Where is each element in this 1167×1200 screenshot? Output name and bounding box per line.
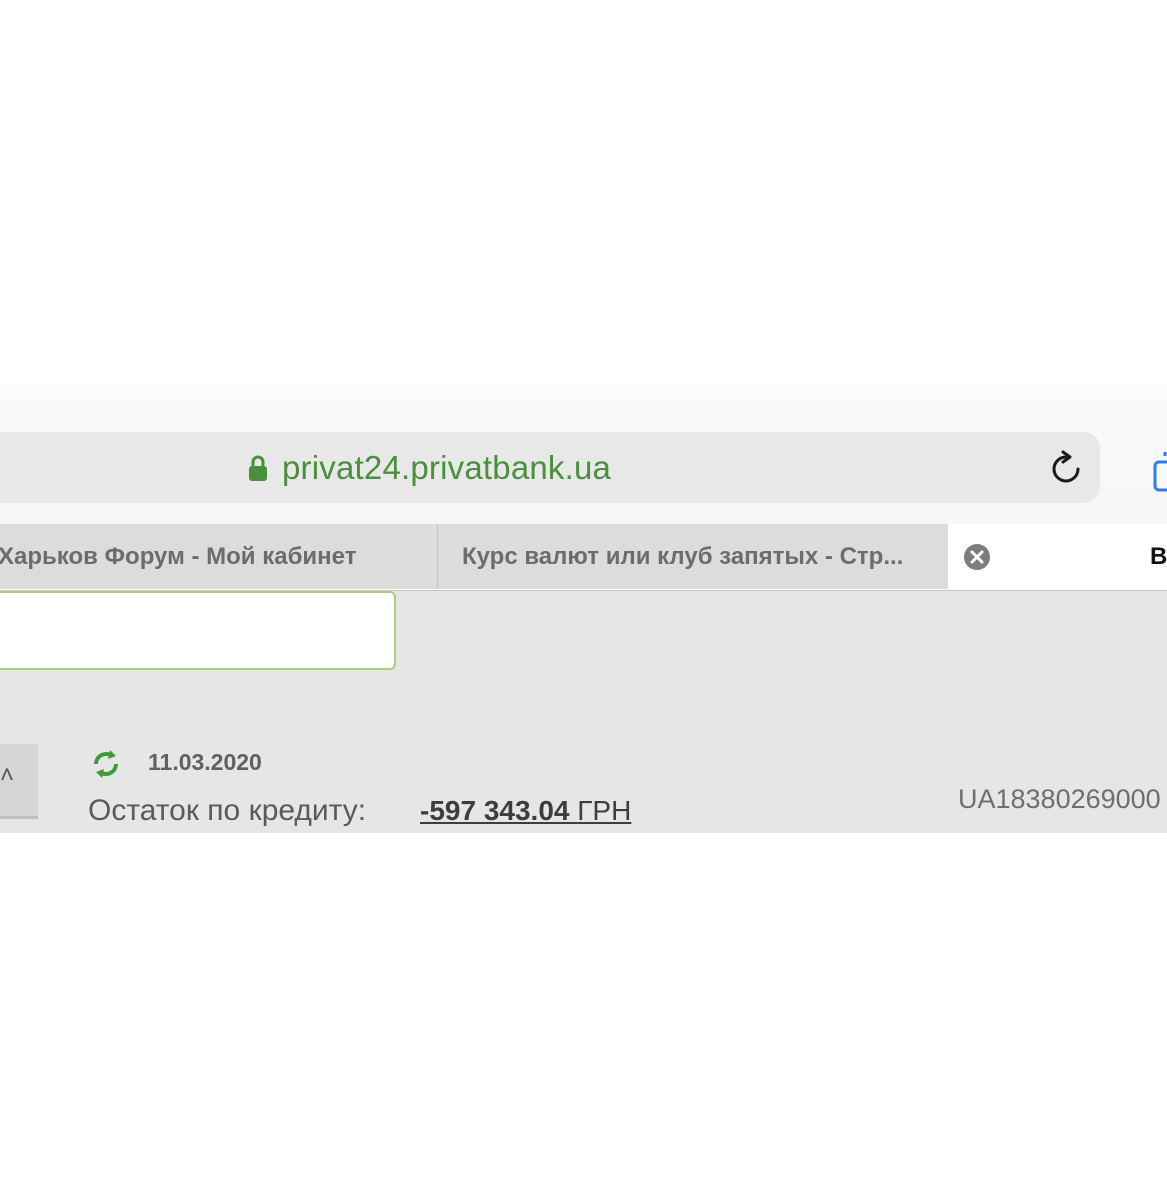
- screenshot: privat24.privatbank.ua Харьков Форум - М…: [0, 0, 1167, 1200]
- tab-currency-rates[interactable]: Курс валют или клуб запятых - Стр...: [438, 524, 948, 589]
- share-icon[interactable]: [1151, 452, 1167, 492]
- currency: ГРН: [577, 795, 632, 826]
- statement-date: 11.03.2020: [148, 749, 262, 775]
- account-iban: UA18380269000: [958, 784, 1161, 814]
- collapse-button[interactable]: ˄: [0, 744, 38, 819]
- tab-strip: Харьков Форум - Мой кабинет Курс валют и…: [0, 524, 1167, 591]
- page-content: ˄ 11.03.2020 Остаток по кредиту: -597 34…: [0, 591, 1167, 833]
- tab-kharkov-forum[interactable]: Харьков Форум - Мой кабинет: [0, 524, 438, 589]
- sync-icon[interactable]: [90, 748, 122, 780]
- search-input[interactable]: [0, 591, 396, 670]
- balance-label: Остаток по кредиту:: [88, 794, 367, 827]
- close-icon[interactable]: [963, 543, 991, 571]
- url-text: privat24.privatbank.ua: [282, 449, 612, 486]
- reload-icon[interactable]: [1047, 449, 1085, 487]
- tab-label: Курс валют или клуб запятых - Стр...: [462, 542, 904, 570]
- tab-active-label[interactable]: В: [1150, 543, 1167, 571]
- lock-icon: [248, 454, 268, 482]
- balance-amount-link[interactable]: -597 343.04 ГРН: [420, 795, 631, 827]
- balance-amount: -597 343.04: [420, 795, 570, 826]
- url-display[interactable]: privat24.privatbank.ua: [248, 447, 611, 489]
- blank-area-top: [0, 0, 1167, 384]
- blank-area-bottom: [0, 833, 1167, 1200]
- chevron-up-icon: ˄: [0, 762, 15, 789]
- tab-label: Харьков Форум - Мой кабинет: [0, 542, 357, 570]
